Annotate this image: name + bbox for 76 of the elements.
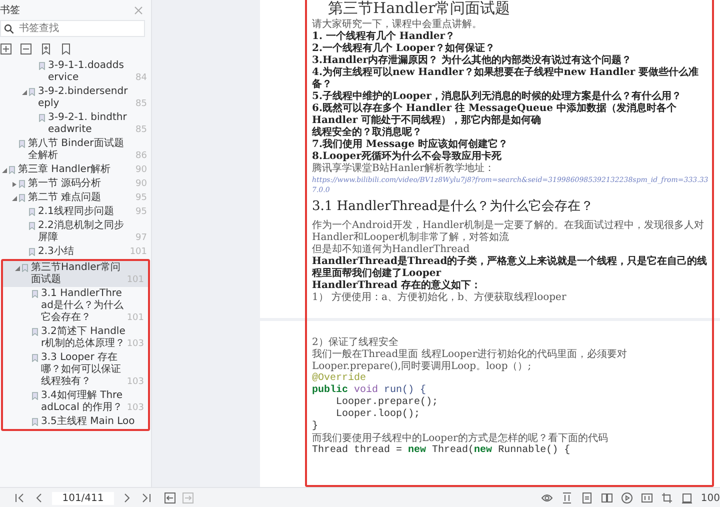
paragraph: 我们一般在Thread里面 线程Looper进行初始化的代码里面，必须要对Looper.prepare(),同时要调用Loop。loop（）; [312, 349, 628, 372]
first-page-icon[interactable] [14, 492, 26, 504]
question-text: 2.一个线程有几个 Looper？如何保证？ [312, 43, 496, 54]
section-title: 第三节Handler常问面试题 [328, 0, 512, 17]
code-line: Thread thread = new Thread(new Runnable() { [312, 445, 572, 457]
bookmark-icon[interactable] [60, 43, 72, 55]
paragraph: 但是却不知道何为HandlerThread [312, 244, 471, 256]
panel-title: 书签 [0, 4, 20, 17]
section-heading: 3.1 HandlerThread是什么？为什么它会存在？ [312, 199, 595, 215]
code-line: Looper.prepare(); [335, 397, 440, 408]
paragraph: 腾讯享学课堂B站Hanler解析教学地址： [312, 163, 496, 175]
bookmark-icon [39, 62, 45, 70]
question-text: 1. 一个线程有几个 Handler？ [312, 31, 456, 42]
question-text: HandlerThread是Thread的子类，严格意义上来说就是一个线程，只是它在自己的线程里面帮我们创建了Looper [312, 256, 708, 279]
play-icon[interactable] [620, 492, 633, 504]
bookmark-icon [19, 140, 25, 148]
bookmark-item[interactable]: 2.1线程同步问题 95 [0, 205, 151, 219]
bookmark-item[interactable]: 2.2消息机制之同步屏障 97 [0, 219, 151, 245]
paragraph: 1） 方便使用：a、方便初始化，b、方便获取线程looper [312, 292, 568, 304]
fit-height-icon[interactable] [560, 492, 573, 504]
bookmark-icon [32, 418, 38, 426]
collapsed-triangle-icon[interactable] [12, 182, 17, 187]
crop-icon[interactable] [660, 492, 673, 504]
paragraph: 而我们要使用子线程中的Looper的方式是怎样的呢？看下面的代码 [312, 433, 609, 444]
question-text: 6.既然可以存在多个 Handler 往 MessageQueue 中添加数据（发消息时各个 Handler 可能处于不同线程），那它内部是如何确 [312, 103, 678, 126]
page-frame-icon[interactable] [680, 492, 693, 504]
last-page-icon[interactable] [140, 492, 152, 504]
code-line: public void run() { [312, 385, 428, 396]
question-text: 7.我们使用 Message 时应该如何创建它？ [312, 139, 509, 150]
bookmark-item[interactable]: 2.3小结 101 [0, 245, 151, 259]
question-text: HandlerThread 存在的意义如下： [312, 280, 482, 292]
expand-all-icon[interactable] [0, 43, 12, 55]
code-line: } [312, 421, 320, 433]
code-line: @Override [312, 373, 368, 384]
two-page-icon[interactable] [600, 492, 613, 504]
bookmark-item[interactable]: 3.5主线程 Main Loo [3, 415, 148, 429]
paragraph: 请大家研究一下，课程中会重点讲解。 [312, 19, 483, 30]
bookmark-item[interactable]: 3.1 HandlerThread是什么？为什么它会存在？ 101 [3, 287, 148, 325]
bookmark-item[interactable]: 第三章 Handler解析 90 [0, 163, 151, 177]
expanded-triangle-icon[interactable] [22, 90, 27, 95]
question-text: 5.子线程中维护的Looper，消息队列无消息的时候的处理方案是什么？有什么用？ [312, 91, 682, 102]
bookmark-icon [32, 328, 38, 336]
bookmark-item[interactable]: 第八节 Binder面试题全解析 86 [0, 137, 151, 163]
single-page-icon[interactable] [580, 492, 593, 504]
arrow-left-box-icon[interactable] [164, 492, 176, 504]
eye-icon[interactable] [540, 492, 553, 504]
paragraph: 2）保证了线程安全 [312, 337, 400, 348]
bookmark-icon [32, 290, 38, 298]
bookmark-item[interactable]: 3.4如何理解 ThreadLocal 的作用？ 103 [3, 389, 148, 415]
search-icon [4, 24, 14, 34]
bookmark-item[interactable]: 3-9-1-1.doaddservice 84 [0, 59, 151, 85]
bookmark-item[interactable]: 3.3 Looper 存在哪？如何可以保证线程独有？ 103 [3, 351, 148, 389]
bookmark-icon [32, 354, 38, 362]
bookmark-icon [29, 88, 35, 96]
bookmark-item[interactable]: 3-9-2-1. bindthreadwrite 85 [0, 111, 151, 137]
question-text: 4.为何主线程可以new Handler？如果想要在子线程中new Handler 要做些什么准备？ [312, 67, 700, 90]
question-text: 线程安全的？取消息呢？ [312, 127, 423, 138]
bookmark-icon [32, 392, 38, 400]
zoom-level[interactable]: 100 [700, 492, 720, 504]
bookmark-item[interactable]: 3-9-2.bindersendreply 85 [0, 85, 151, 111]
bookmark-item[interactable]: 第一节 源码分析 90 [0, 177, 151, 191]
expanded-triangle-icon[interactable] [15, 266, 20, 271]
question-text: 3.Handler内存泄漏原因？ 为什么其他的内部类没有说过有这个问题？ [312, 55, 633, 66]
search-field[interactable]: 书签查找 [0, 20, 145, 37]
bookmark-item[interactable]: 3.2简述下 Handler机制的总体原理？ 103 [3, 325, 148, 351]
code-line: Looper.loop(); [335, 409, 422, 421]
actual-size-icon[interactable] [640, 492, 653, 504]
expanded-triangle-icon[interactable] [2, 168, 7, 173]
add-bookmark-icon[interactable] [40, 43, 52, 55]
paragraph: 作为一个Android开发，Handler机制是一定要了解的。在我面试过程中，发现很多人对Handler和Looper机制非常了解，对答如流 [312, 220, 705, 244]
collapse-all-icon[interactable] [20, 43, 32, 55]
bookmark-icon [39, 114, 45, 122]
bookmark-item[interactable]: 第二节 难点问题 95 [0, 191, 151, 205]
expanded-triangle-icon[interactable] [12, 196, 17, 201]
page-number-field[interactable]: 101/411 [52, 492, 114, 504]
question-text: 8.Looper死循环为什么不会导致应用卡死 [312, 151, 502, 162]
